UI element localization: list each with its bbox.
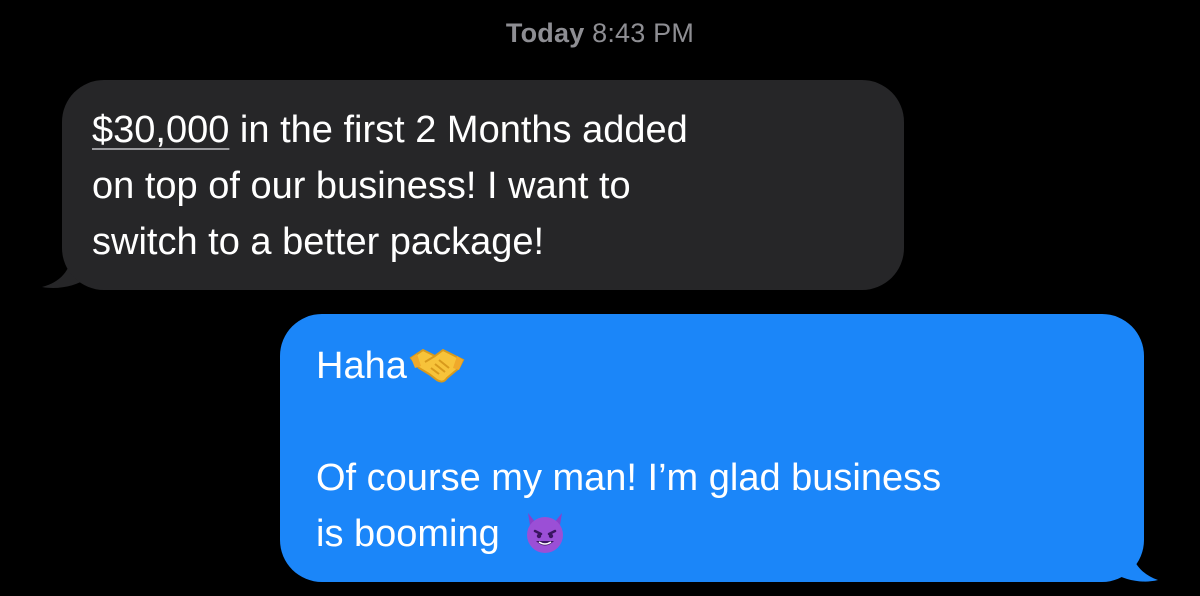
sent-message-bubble[interactable]: Haha Of course my man! I’m glad business… — [280, 314, 1144, 582]
handshake-emoji-icon — [409, 344, 465, 388]
sent-message-blank-line — [316, 394, 1108, 450]
received-message-line-3: switch to a better package! — [92, 221, 545, 263]
timestamp-day: Today — [505, 18, 585, 48]
messages-screen: Today 8:43 PM $30,000 in the first 2 Mon… — [0, 0, 1200, 596]
received-message-bubble[interactable]: $30,000 in the first 2 Months added on t… — [62, 80, 904, 290]
sent-line-3-text: is booming — [316, 513, 500, 555]
received-message-line-1: $30,000 in the first 2 Months added — [92, 102, 874, 158]
sent-message-line-1: Haha — [316, 338, 1108, 394]
sent-message-line-3: is booming — [316, 506, 1108, 562]
smiling-devil-emoji-icon — [522, 509, 568, 555]
received-message-line-2: on top of our business! I want to — [92, 165, 631, 207]
message-timestamp: Today 8:43 PM — [0, 18, 1200, 49]
timestamp-time: 8:43 PM — [592, 18, 695, 48]
sent-line-1-text: Haha — [316, 345, 407, 387]
amount-link[interactable]: $30,000 — [92, 109, 229, 151]
sent-message-line-2: Of course my man! I’m glad business — [316, 457, 942, 499]
received-line-1-text: in the first 2 Months added — [229, 109, 688, 151]
